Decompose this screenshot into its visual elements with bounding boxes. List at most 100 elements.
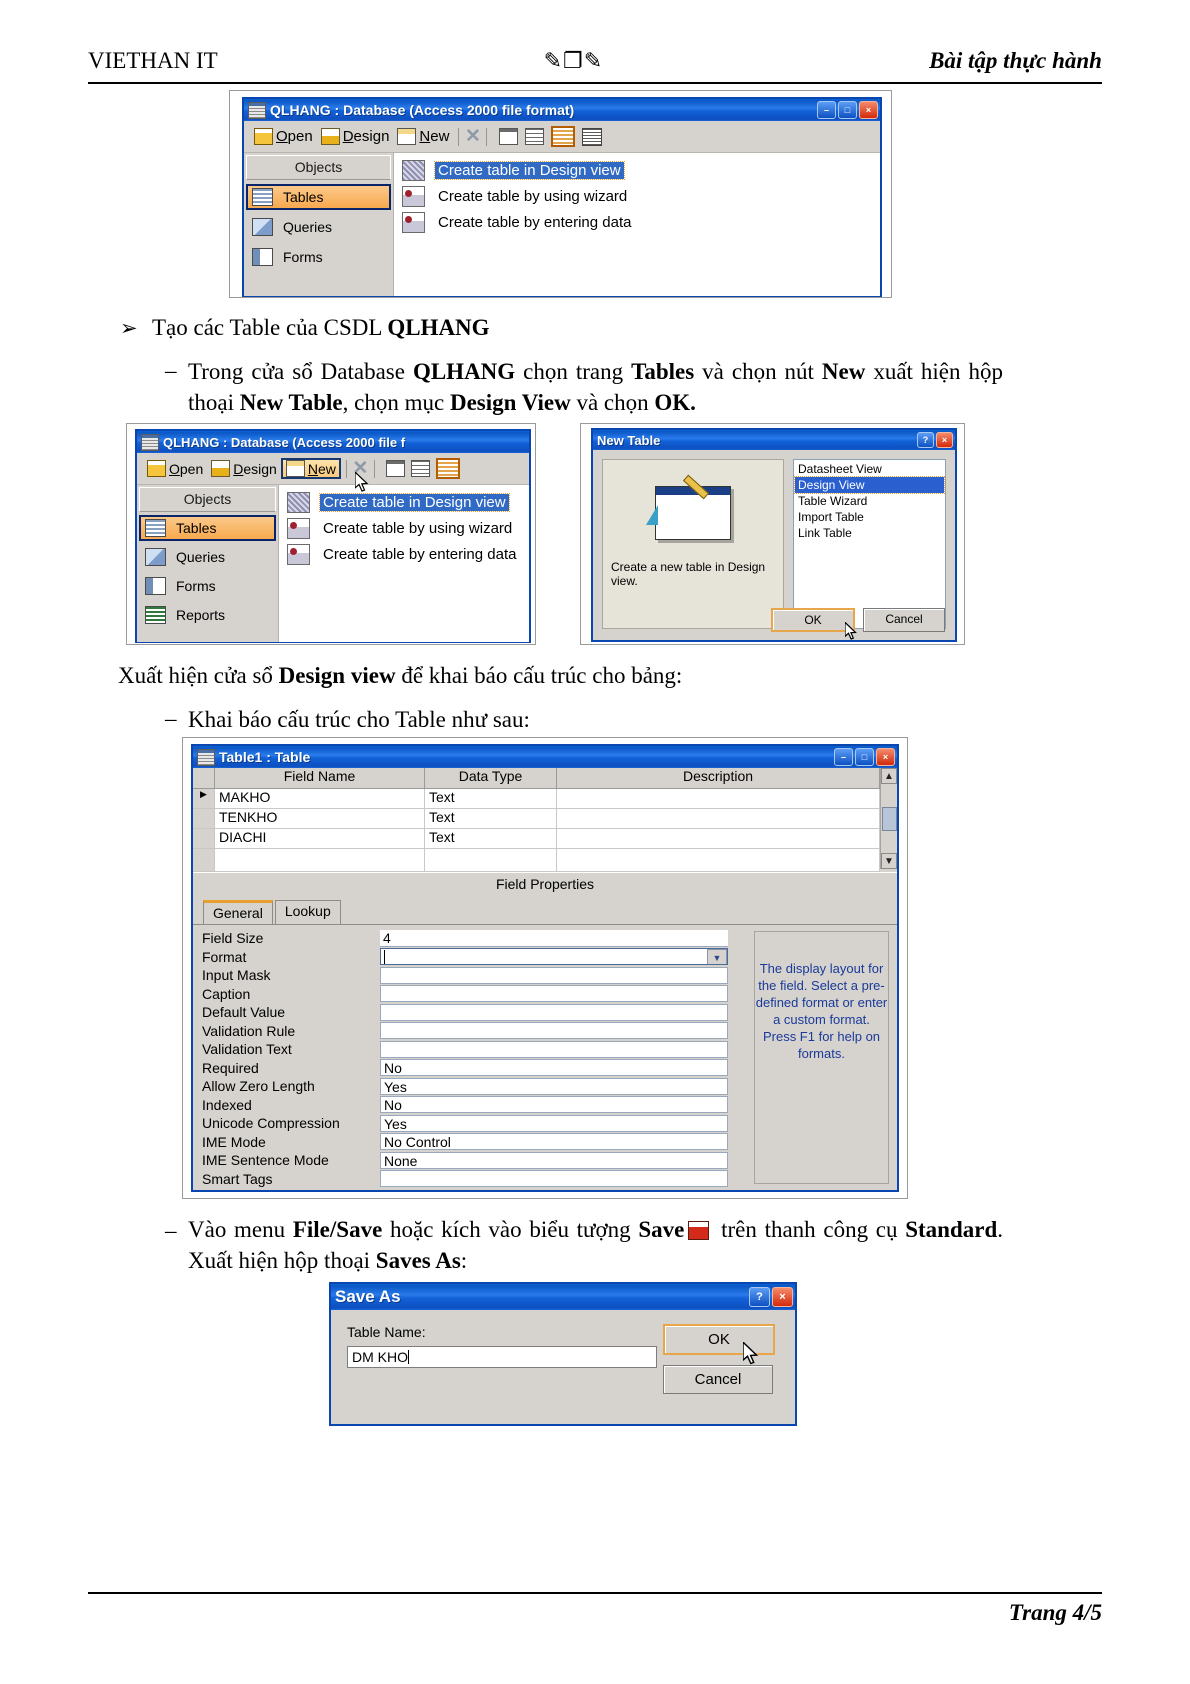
property-row-field-size[interactable]: Field Size 4 [193, 929, 748, 948]
cell-data-type[interactable]: Text [425, 829, 557, 848]
scroll-thumb[interactable] [881, 806, 897, 831]
property-value[interactable] [380, 1170, 728, 1188]
cell-description[interactable] [557, 809, 880, 828]
property-value[interactable]: No [380, 1096, 728, 1114]
close-icon[interactable]: × [772, 1287, 793, 1307]
sidebar-item-tables[interactable]: Tables [139, 515, 276, 541]
property-row-input-mask[interactable]: Input Mask [193, 966, 748, 985]
property-value[interactable] [380, 1003, 728, 1021]
property-value[interactable] [380, 1040, 728, 1058]
sidebar-item-queries[interactable]: Queries [139, 544, 276, 570]
tab-lookup[interactable]: Lookup [274, 900, 341, 924]
large-icons-icon[interactable] [499, 128, 519, 145]
small-icons-icon[interactable] [410, 460, 430, 477]
property-row-default-value[interactable]: Default Value [193, 1003, 748, 1022]
table-row[interactable]: TENKHO Text [193, 809, 880, 829]
property-label: Unicode Compression [202, 1115, 340, 1132]
design-button[interactable]: Design [207, 458, 281, 479]
cell-field-name[interactable]: MAKHO [215, 789, 425, 808]
cell-data-type[interactable]: Text [425, 789, 557, 808]
sidebar-item-forms[interactable]: Forms [139, 573, 276, 599]
chevron-down-icon[interactable]: ▼ [707, 949, 727, 965]
large-icons-icon[interactable] [385, 460, 405, 477]
sidebar-item-queries[interactable]: Queries [246, 214, 391, 240]
option-table-wizard[interactable]: Table Wizard [795, 493, 944, 509]
property-value[interactable] [380, 966, 728, 984]
property-row-validation-text[interactable]: Validation Text [193, 1040, 748, 1059]
help-icon[interactable]: ? [917, 432, 934, 448]
option-design-view[interactable]: Design View [794, 476, 945, 494]
open-button[interactable]: Open [250, 126, 317, 147]
cell-data-type[interactable] [425, 849, 557, 871]
table-name-input[interactable]: DM KHO [347, 1346, 657, 1368]
property-row-unicode-compression[interactable]: Unicode Compression Yes [193, 1114, 748, 1133]
sidebar-item-tables[interactable]: Tables [246, 184, 391, 210]
list-item[interactable]: Create table in Design view [287, 489, 529, 515]
close-icon[interactable]: × [859, 101, 878, 119]
cell-description[interactable] [557, 829, 880, 848]
list-item[interactable]: Create table in Design view [402, 157, 880, 183]
cell-description[interactable] [557, 789, 880, 808]
delete-icon[interactable]: ✕ [464, 127, 481, 146]
sidebar-item-forms[interactable]: Forms [246, 244, 391, 270]
sidebar-item-reports[interactable]: Reports [139, 602, 276, 628]
cancel-button[interactable]: Cancel [863, 608, 945, 632]
save-as-dialog: Save As ? × Table Name: DM KHO OK Cancel [329, 1282, 797, 1426]
table-row[interactable]: DIACHI Text [193, 829, 880, 849]
property-row-smart-tags[interactable]: Smart Tags [193, 1170, 748, 1189]
property-value[interactable] [380, 985, 728, 1003]
property-row-indexed[interactable]: Indexed No [193, 1096, 748, 1115]
property-row-required[interactable]: Required No [193, 1059, 748, 1078]
list-item[interactable]: Create table by using wizard [287, 515, 529, 541]
cell-description[interactable] [557, 849, 880, 871]
view-options-list[interactable]: Datasheet View Design View Table Wizard … [793, 459, 946, 629]
maximize-icon[interactable]: □ [855, 748, 874, 766]
option-link-table[interactable]: Link Table [795, 525, 944, 541]
property-row-caption[interactable]: Caption [193, 985, 748, 1004]
cell-field-name[interactable] [215, 849, 425, 871]
details-icon[interactable] [435, 458, 460, 479]
property-value[interactable]: None [380, 1151, 728, 1169]
open-button[interactable]: Open [143, 458, 207, 479]
property-row-ime-mode[interactable]: IME Mode No Control [193, 1133, 748, 1152]
list-item[interactable]: Create table by using wizard [402, 183, 880, 209]
property-value[interactable]: Yes [380, 1114, 728, 1132]
close-icon[interactable]: × [936, 432, 953, 448]
property-row-validation-rule[interactable]: Validation Rule [193, 1022, 748, 1041]
scroll-up-icon[interactable]: ▲ [881, 768, 897, 784]
close-icon[interactable]: × [876, 748, 895, 766]
property-value[interactable]: No Control [380, 1133, 728, 1151]
help-icon[interactable]: ? [749, 1287, 770, 1307]
property-value[interactable] [380, 1022, 728, 1040]
minimize-icon[interactable]: – [834, 748, 853, 766]
option-datasheet-view[interactable]: Datasheet View [795, 461, 944, 477]
property-value[interactable]: 4 [380, 929, 728, 947]
list-icon[interactable] [582, 127, 603, 146]
minimize-icon[interactable]: – [817, 101, 836, 119]
property-row-format[interactable]: Format ▼ [193, 948, 748, 967]
property-value[interactable]: ▼ [380, 948, 728, 966]
design-button[interactable]: Design [317, 126, 394, 147]
details-icon[interactable] [551, 126, 576, 147]
property-label: Validation Rule [202, 1022, 296, 1039]
tab-general[interactable]: General [203, 900, 273, 924]
cell-field-name[interactable]: DIACHI [215, 829, 425, 848]
property-row-allow-zero-length[interactable]: Allow Zero Length Yes [193, 1077, 748, 1096]
scroll-down-icon[interactable]: ▼ [881, 853, 897, 869]
cell-field-name[interactable]: TENKHO [215, 809, 425, 828]
list-item[interactable]: Create table by entering data [287, 541, 529, 567]
list-item[interactable]: Create table by entering data [402, 209, 880, 235]
table-row[interactable] [193, 849, 880, 872]
table-row[interactable]: ▶ MAKHO Text [193, 789, 880, 809]
property-value[interactable]: Yes [380, 1077, 728, 1095]
maximize-icon[interactable]: □ [838, 101, 857, 119]
cell-data-type[interactable]: Text [425, 809, 557, 828]
property-row-ime-sentence-mode[interactable]: IME Sentence Mode None [193, 1151, 748, 1170]
grid-scrollbar[interactable]: ▲ ▼ [880, 768, 897, 869]
new-button[interactable]: New [393, 126, 453, 147]
new-button-highlighted[interactable]: New [280, 458, 341, 479]
option-import-table[interactable]: Import Table [795, 509, 944, 525]
ok-button[interactable]: OK [771, 608, 855, 632]
property-value[interactable]: No [380, 1059, 728, 1077]
small-icons-icon[interactable] [525, 128, 545, 145]
